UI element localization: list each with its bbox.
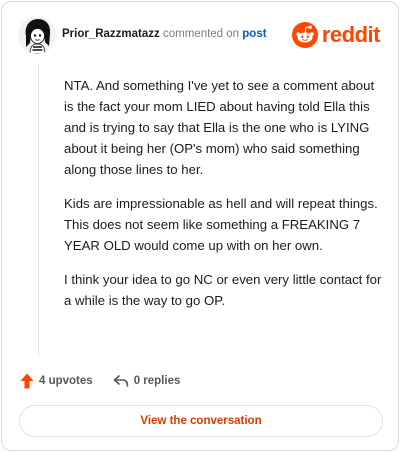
upvote-count: 4 upvotes [39,375,93,387]
brand-wordmark: reddit [321,22,381,47]
reply-stat[interactable]: 0 replies [113,374,181,388]
comment-meta: Prior_Razzmatazz commented on post [62,28,267,40]
reddit-brand[interactable]: reddit [291,22,381,48]
comment-body: NTA. And something I've yet to see a com… [64,75,382,324]
reply-arrow-icon [113,375,128,387]
reddit-logo-icon [291,22,318,48]
thread-line [38,64,39,356]
action-text: commented on [163,28,240,40]
reply-count: 0 replies [133,375,181,387]
snoo-avatar-icon [18,16,56,54]
upvote-arrow-icon [20,373,34,389]
upvote-stat[interactable]: 4 upvotes [20,373,93,389]
post-link[interactable]: post [242,28,266,40]
comment-paragraph: Kids are impressionable as hell and will… [64,196,378,253]
comment-card: Prior_Razzmatazz commented on post reddi… [1,1,399,451]
comment-paragraph: NTA. And something I've yet to see a com… [64,78,375,177]
username-link[interactable]: Prior_Razzmatazz [62,28,160,40]
comment-paragraph: I think your idea to go NC or even very … [64,272,382,308]
comment-header: Prior_Razzmatazz commented on post reddi… [18,16,382,56]
comment-stats: 4 upvotes 0 replies [20,372,180,390]
user-avatar[interactable] [18,16,56,54]
view-conversation-button[interactable]: View the conversation [19,405,383,437]
